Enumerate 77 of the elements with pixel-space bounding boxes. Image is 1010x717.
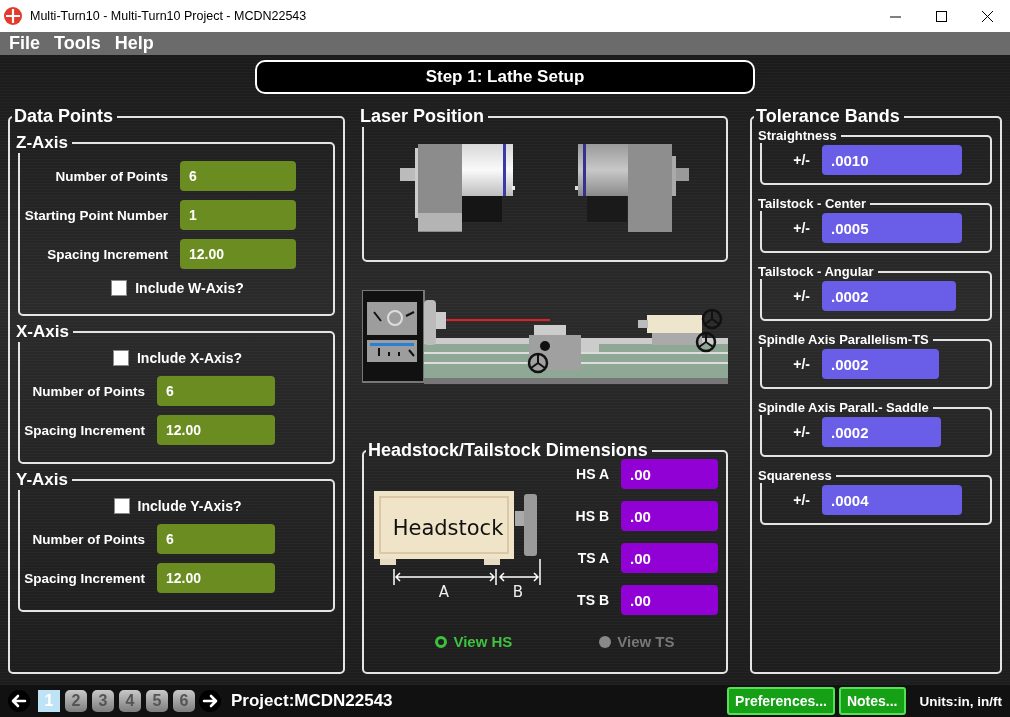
value-field[interactable]: .00 — [621, 501, 718, 531]
group-title: Tolerance Bands — [755, 106, 901, 127]
group-title: Tailstock - Angular — [757, 264, 875, 279]
field-label: HS B — [574, 508, 609, 524]
value-field[interactable]: .00 — [621, 459, 718, 489]
field-label: Number of Points — [31, 383, 146, 399]
value-field[interactable]: 12.00 — [180, 239, 296, 269]
page-button[interactable]: 4 — [119, 690, 141, 712]
group-title: Spindle Axis Parall.- Saddle — [757, 400, 930, 415]
footer-button[interactable]: Notes... — [838, 687, 906, 715]
field-label: Number of Points — [54, 168, 169, 184]
menu-item[interactable]: File — [2, 33, 47, 54]
value-field[interactable]: 6 — [157, 376, 275, 406]
value-field[interactable]: .0005 — [822, 213, 962, 243]
value-field[interactable]: .00 — [621, 543, 718, 573]
group-title: Data Points — [13, 106, 115, 127]
checkbox-label: Include W-Axis? — [135, 280, 244, 296]
plus-minus-label: +/- — [792, 424, 811, 440]
checkbox[interactable] — [113, 498, 130, 514]
close-icon[interactable] — [981, 10, 993, 22]
project-label: Project:MCDN22543 — [231, 691, 394, 711]
plus-minus-label: +/- — [792, 288, 811, 304]
group-title: Tailstock - Center — [757, 196, 868, 211]
field-label: Starting Point Number — [23, 207, 169, 223]
checkbox[interactable] — [113, 350, 129, 366]
value-field[interactable]: 12.00 — [157, 563, 275, 593]
menu-item[interactable]: Tools — [47, 33, 108, 54]
group-title: Squareness — [757, 468, 833, 483]
radio-indicator[interactable] — [599, 635, 612, 648]
plus-minus-label: +/- — [792, 492, 811, 508]
group-title: Y-Axis — [15, 470, 69, 490]
value-field[interactable]: .0002 — [822, 349, 939, 379]
dimension-label: B — [512, 583, 524, 601]
field-label: Spacing Increment — [23, 422, 146, 438]
window-title: Multi-Turn10 - Multi-Turn10 Project - MCDN22543 — [30, 9, 308, 23]
field-label: HS A — [575, 466, 609, 482]
field-label: TS A — [576, 550, 609, 566]
field-label: Spacing Increment — [46, 246, 169, 262]
dimension-label: A — [438, 583, 450, 601]
group-title: Spindle Axis Parallelism-TS — [757, 332, 930, 347]
value-field[interactable]: 12.00 — [157, 415, 275, 445]
group-title: Laser Position — [359, 106, 486, 127]
value-field[interactable]: .0002 — [822, 281, 956, 311]
field-label: TS B — [576, 592, 609, 608]
value-field[interactable]: .0004 — [822, 485, 962, 515]
page-button[interactable]: 2 — [65, 690, 87, 712]
group-title: Z-Axis — [15, 133, 69, 153]
page-button[interactable]: 6 — [173, 690, 195, 712]
group-title: X-Axis — [15, 322, 70, 342]
value-field[interactable]: .00 — [621, 585, 718, 615]
maximize-icon[interactable] — [935, 10, 947, 22]
footer-button[interactable]: Preferences... — [727, 687, 835, 715]
radio-button[interactable]: View TS — [599, 633, 675, 650]
value-field[interactable]: .0010 — [822, 145, 962, 175]
group-title: Straightness — [757, 128, 838, 143]
field-label: Spacing Increment — [23, 570, 146, 586]
checkbox-label: Include Y-Axis? — [137, 498, 242, 514]
value-field[interactable]: 1 — [180, 200, 296, 230]
page-button[interactable]: 5 — [146, 690, 168, 712]
checkbox-label: Include X-Axis? — [137, 350, 242, 366]
step-banner: Step 1: Lathe Setup — [255, 60, 755, 94]
value-field[interactable]: 6 — [157, 524, 275, 554]
radio-indicator[interactable] — [435, 635, 448, 648]
plus-minus-label: +/- — [792, 220, 811, 236]
diagram-label: Headstock — [392, 516, 504, 540]
value-field[interactable]: 6 — [180, 161, 296, 191]
checkbox[interactable] — [111, 280, 128, 296]
app-logo-icon — [4, 7, 22, 25]
value-field[interactable]: .0002 — [822, 417, 941, 447]
menu-item[interactable]: Help — [107, 33, 161, 54]
plus-minus-label: +/- — [792, 356, 811, 372]
radio-button[interactable]: View HS — [435, 633, 513, 650]
units-label: Units:in, in/ft — [919, 693, 1002, 709]
page-button[interactable]: 3 — [92, 690, 114, 712]
group-title: Headstock/Tailstock Dimensions — [367, 440, 649, 461]
plus-minus-label: +/- — [792, 152, 811, 168]
field-label: Number of Points — [31, 531, 146, 547]
